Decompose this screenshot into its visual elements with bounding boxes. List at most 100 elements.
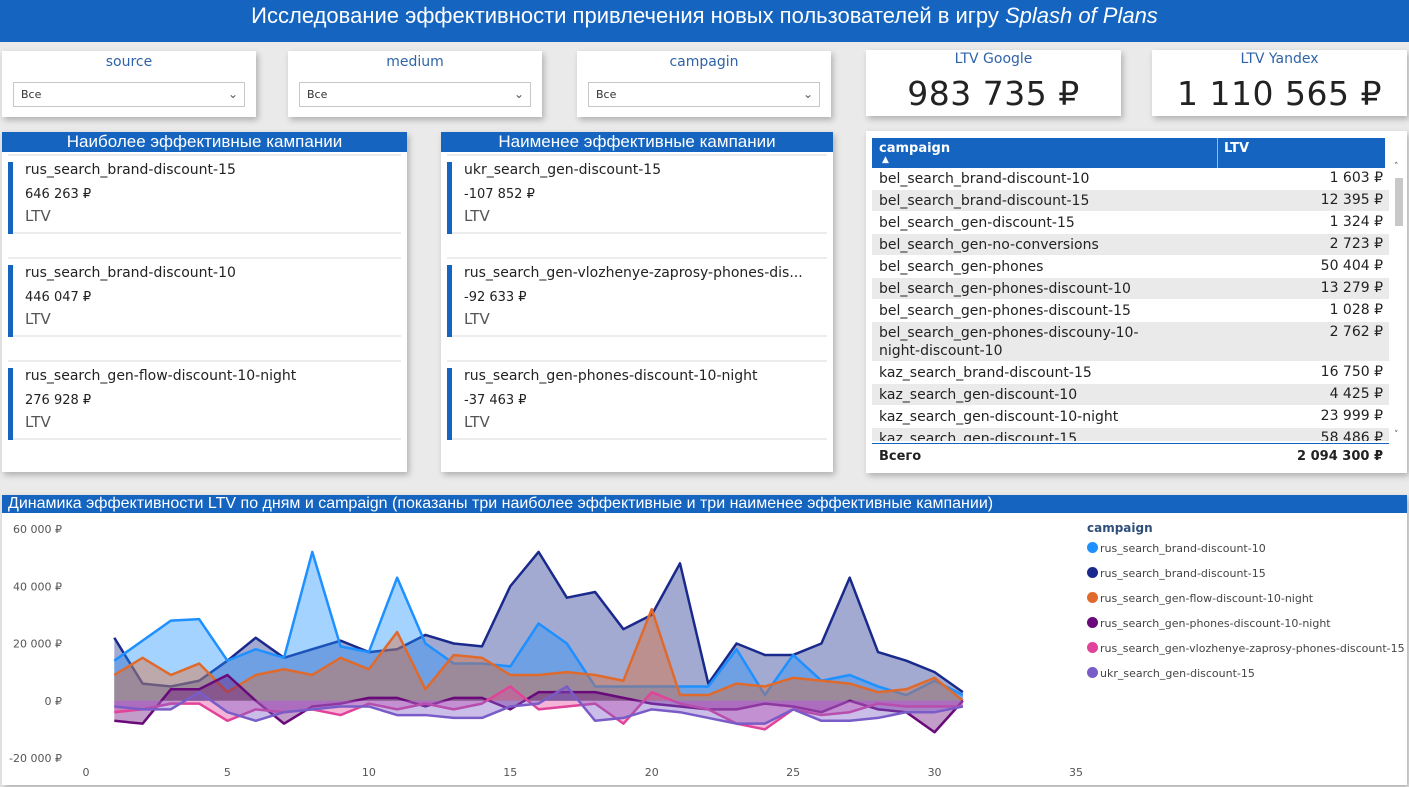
table-row[interactable]: bel_search_brand-discount-10 1 603 ₽ (872, 168, 1389, 190)
chart-title: Динамика эффективности LTV по дням и cam… (2, 495, 1407, 513)
legend-label: rus_search_brand-discount-15 (1100, 567, 1266, 580)
x-tick-label: 10 (362, 766, 376, 779)
accent-bar (8, 265, 13, 337)
legend-label: rus_search_gen-flow-discount-10-night (1100, 592, 1314, 605)
scrollbar-thumb[interactable] (1395, 178, 1403, 226)
medium-dropdown[interactable]: Все ⌄ (299, 82, 531, 107)
campaign-ltv-label: LTV (464, 413, 490, 431)
cell-campaign: kaz_search_gen-discount-10 (879, 387, 1078, 403)
cell-campaign: kaz_search_brand-discount-15 (879, 365, 1092, 381)
legend-item[interactable]: rus_search_gen-flow-discount-10-night (1087, 592, 1313, 605)
table-row[interactable]: bel_search_gen-phones 50 404 ₽ (872, 256, 1389, 278)
campaign-ltv-value: -107 852 ₽ (464, 187, 535, 202)
title-game-name: Splash of Plans (1004, 3, 1158, 28)
cell-ltv: 1 603 ₽ (1329, 170, 1383, 186)
table-row[interactable]: bel_search_gen-phones-discouny-10-night-… (872, 322, 1389, 362)
table-row[interactable]: kaz_search_brand-discount-15 16 750 ₽ (872, 362, 1389, 384)
cell-ltv: 58 486 ₽ (1320, 430, 1383, 441)
legend-label: rus_search_gen-vlozhenye-zaprosy-phones-… (1100, 642, 1405, 655)
legend-item[interactable]: rus_search_gen-phones-discount-10-night (1087, 617, 1331, 630)
campaign-ltv-value: 646 263 ₽ (25, 187, 92, 202)
kpi-ltv-google: LTV Google 983 735 ₽ (866, 50, 1121, 116)
table-row[interactable]: bel_search_gen-phones-discount-10 13 279 … (872, 278, 1389, 300)
accent-bar (447, 265, 452, 337)
table-body: bel_search_brand-discount-10 1 603 ₽ bel_s… (872, 168, 1389, 441)
y-tick-label: 60 000 ₽ (13, 523, 62, 536)
column-header-ltv[interactable]: LTV (1224, 141, 1249, 156)
total-label: Всего (879, 449, 922, 464)
table-row[interactable]: bel_search_gen-discount-15 1 324 ₽ (872, 212, 1389, 234)
cell-ltv: 4 425 ₽ (1329, 386, 1383, 402)
campaign-card[interactable]: ukr_search_gen-discount-15 -107 852 ₽ LT… (447, 154, 827, 234)
x-tick-label: 30 (928, 766, 942, 779)
x-tick-label: 0 (83, 766, 90, 779)
table-row[interactable]: bel_search_gen-no-conversions 2 723 ₽ (872, 234, 1389, 256)
campaign-card[interactable]: rus_search_gen-flow-discount-10-night 27… (8, 360, 401, 440)
table-row[interactable]: kaz_search_gen-discount-15 58 486 ₽ (872, 428, 1389, 441)
x-tick-label: 5 (224, 766, 231, 779)
scroll-up-icon[interactable]: ˄ (1394, 162, 1399, 172)
table-header: campaign ▲ LTV (872, 138, 1385, 168)
x-tick-label: 15 (503, 766, 517, 779)
kpi-label: LTV Google (954, 51, 1033, 67)
campaign-card[interactable]: rus_search_brand-discount-15 646 263 ₽ L… (8, 154, 401, 234)
slicer-label: source (105, 54, 153, 70)
legend-marker-icon (1087, 592, 1098, 603)
chevron-down-icon: ⌄ (227, 87, 238, 101)
campaign-ltv-label: LTV (464, 310, 490, 328)
table-row[interactable]: bel_search_brand-discount-15 12 395 ₽ (872, 190, 1389, 212)
sort-ascending-icon[interactable]: ▲ (882, 155, 889, 165)
campaign-ltv-table: campaign ▲ LTV bel_search_brand-discount… (866, 131, 1407, 473)
legend-item[interactable]: rus_search_brand-discount-10 (1087, 542, 1266, 555)
table-row[interactable]: kaz_search_gen-discount-10 4 425 ₽ (872, 384, 1389, 406)
cell-ltv: 12 395 ₽ (1320, 192, 1383, 208)
campaign-name: rus_search_brand-discount-15 (25, 162, 236, 178)
legend-marker-icon (1087, 642, 1098, 653)
legend-item[interactable]: ukr_search_gen-discount-15 (1087, 667, 1255, 680)
scroll-down-icon[interactable]: ˅ (1394, 430, 1399, 440)
vertical-scrollbar[interactable]: ˄ ˅ (1394, 162, 1403, 440)
cell-campaign: bel_search_brand-discount-10 (879, 171, 1090, 187)
cell-campaign: kaz_search_gen-discount-10-night (879, 409, 1119, 425)
cell-ltv: 1 028 ₽ (1329, 302, 1383, 318)
table-row[interactable]: bel_search_gen-phones-discount-15 1 028 ₽ (872, 300, 1389, 322)
campaign-ltv-label: LTV (25, 207, 51, 225)
x-tick-label: 35 (1069, 766, 1083, 779)
legend-item[interactable]: rus_search_gen-vlozhenye-zaprosy-phones-… (1087, 642, 1405, 655)
cell-campaign: bel_search_gen-phones (879, 259, 1044, 275)
legend-label: ukr_search_gen-discount-15 (1100, 667, 1255, 680)
cell-campaign: bel_search_gen-phones-discount-10 (879, 281, 1131, 297)
cell-ltv: 13 279 ₽ (1320, 280, 1383, 296)
campaign-ltv-value: 276 928 ₽ (25, 393, 92, 408)
campaign-card[interactable]: rus_search_gen-vlozhenye-zaprosy-phones-… (447, 257, 827, 337)
campaign-name: rus_search_gen-phones-discount-10-night (464, 368, 758, 384)
source-dropdown[interactable]: Все ⌄ (13, 82, 245, 107)
campaign-card[interactable]: rus_search_brand-discount-10 446 047 ₽ L… (8, 257, 401, 337)
table-row[interactable]: kaz_search_gen-discount-10-night 23 999 ₽ (872, 406, 1389, 428)
campaign-name: rus_search_gen-vlozhenye-zaprosy-phones-… (464, 265, 803, 281)
campaign-ltv-label: LTV (25, 413, 51, 431)
cell-campaign: kaz_search_gen-discount-15 (879, 431, 1078, 441)
dashboard-title: Исследование эффективности привлечения н… (0, 0, 1409, 42)
y-tick-label: 20 000 ₽ (13, 638, 62, 651)
total-value: 2 094 300 ₽ (1297, 449, 1383, 464)
accent-bar (8, 162, 13, 234)
campaign-card[interactable]: rus_search_gen-phones-discount-10-night … (447, 360, 827, 440)
legend-marker-icon (1087, 667, 1098, 678)
campaign-ltv-value: -92 633 ₽ (464, 290, 527, 305)
panel-title: Наименее эффективные кампании (441, 132, 833, 152)
cell-campaign: bel_search_brand-discount-15 (879, 193, 1090, 209)
y-tick-label: 40 000 ₽ (13, 580, 62, 593)
cell-campaign: bel_search_gen-phones-discount-15 (879, 303, 1131, 319)
dropdown-value: Все (307, 88, 328, 101)
column-header-campaign[interactable]: campaign (879, 141, 950, 156)
best-campaigns-panel: Наиболее эффективные кампании rus_search… (2, 132, 407, 472)
panel-title: Наиболее эффективные кампании (2, 132, 407, 152)
slicer-label: medium (386, 54, 444, 70)
y-tick-label: 0 ₽ (45, 695, 63, 708)
x-tick-label: 25 (786, 766, 800, 779)
campaign-ltv-label: LTV (464, 207, 490, 225)
campaign-dropdown[interactable]: Все ⌄ (588, 82, 820, 107)
dropdown-value: Все (596, 88, 617, 101)
legend-item[interactable]: rus_search_brand-discount-15 (1087, 567, 1266, 580)
